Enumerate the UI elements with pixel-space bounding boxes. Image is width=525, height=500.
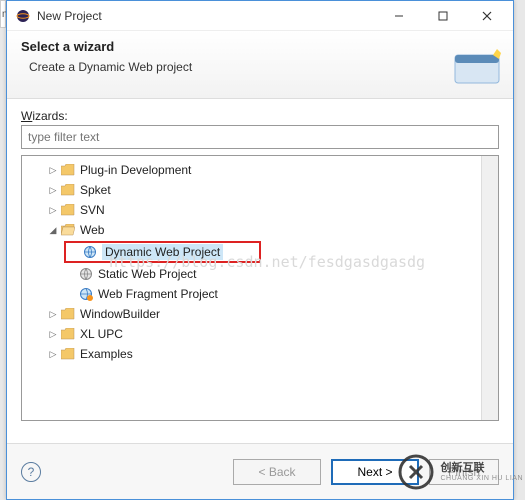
wizard-content: WWizards:izards: https://blog.csdn.net/f… <box>7 99 513 425</box>
wizard-header: Select a wizard Create a Dynamic Web pro… <box>7 31 513 99</box>
tree-label: SVN <box>80 203 105 217</box>
watermark-logo-icon <box>396 452 436 492</box>
vertical-scrollbar[interactable] <box>481 156 498 420</box>
tree-label: Examples <box>80 347 133 361</box>
folder-icon <box>60 307 76 321</box>
new-project-dialog: New Project Select a wizard Create a Dyn… <box>6 0 514 500</box>
expand-icon[interactable]: ▷ <box>46 183 60 197</box>
wizard-banner-icon <box>449 41 505 91</box>
folder-icon <box>60 163 76 177</box>
expand-icon[interactable]: ▷ <box>46 327 60 341</box>
globe-icon <box>82 245 98 259</box>
expand-icon[interactable]: ▷ <box>46 347 60 361</box>
wizard-tree[interactable]: ▷ Plug-in Development ▷ Spket ▷ SVN ◢ <box>22 156 481 420</box>
minimize-button[interactable] <box>377 2 421 30</box>
titlebar: New Project <box>7 1 513 31</box>
tree-node-spket[interactable]: ▷ Spket <box>24 180 479 200</box>
window-title: New Project <box>37 9 377 23</box>
tree-node-windowbuilder[interactable]: ▷ WindowBuilder <box>24 304 479 324</box>
collapse-icon[interactable]: ◢ <box>46 223 60 237</box>
tree-label: Spket <box>80 183 111 197</box>
tree-node-examples[interactable]: ▷ Examples <box>24 344 479 364</box>
folder-open-icon <box>60 223 76 237</box>
tree-label: Static Web Project <box>98 267 196 281</box>
tree-label: WindowBuilder <box>80 307 160 321</box>
watermark-text: 创新互联 <box>440 462 523 474</box>
tree-label: Web Fragment Project <box>98 287 218 301</box>
folder-icon <box>60 327 76 341</box>
tree-label: XL UPC <box>80 327 123 341</box>
tree-label: Dynamic Web Project <box>102 244 223 260</box>
tree-container: ▷ Plug-in Development ▷ Spket ▷ SVN ◢ <box>21 155 499 421</box>
tree-label: Plug-in Development <box>80 163 191 177</box>
maximize-button[interactable] <box>421 2 465 30</box>
folder-icon <box>60 203 76 217</box>
tree-node-plugin-dev[interactable]: ▷ Plug-in Development <box>24 160 479 180</box>
help-button[interactable]: ? <box>21 462 41 482</box>
wizard-heading: Select a wizard <box>21 39 499 54</box>
tree-node-xl-upc[interactable]: ▷ XL UPC <box>24 324 479 344</box>
tree-node-static-web-project[interactable]: ▷ Static Web Project <box>24 264 479 284</box>
folder-icon <box>60 347 76 361</box>
tree-node-web-fragment-project[interactable]: ▷ Web Fragment Project <box>24 284 479 304</box>
expand-icon[interactable]: ▷ <box>46 203 60 217</box>
eclipse-icon <box>15 8 31 24</box>
back-button: < Back <box>233 459 321 485</box>
expand-icon[interactable]: ▷ <box>46 307 60 321</box>
globe-icon <box>78 287 94 301</box>
tree-node-svn[interactable]: ▷ SVN <box>24 200 479 220</box>
wizard-description: Create a Dynamic Web project <box>21 60 499 74</box>
expand-icon[interactable]: ▷ <box>46 163 60 177</box>
watermark-subtext: CHUANG XIN HU LIAN <box>440 475 523 482</box>
filter-input[interactable] <box>21 125 499 149</box>
tree-label: Web <box>80 223 104 237</box>
page-watermark: 创新互联 CHUANG XIN HU LIAN <box>396 452 523 492</box>
folder-icon <box>60 183 76 197</box>
wizards-label: WWizards:izards: <box>21 109 499 123</box>
globe-icon <box>78 267 94 281</box>
close-button[interactable] <box>465 2 509 30</box>
tree-node-dynamic-web-project[interactable]: ▷ Dynamic Web Project <box>24 240 479 264</box>
tree-node-web[interactable]: ◢ Web <box>24 220 479 240</box>
